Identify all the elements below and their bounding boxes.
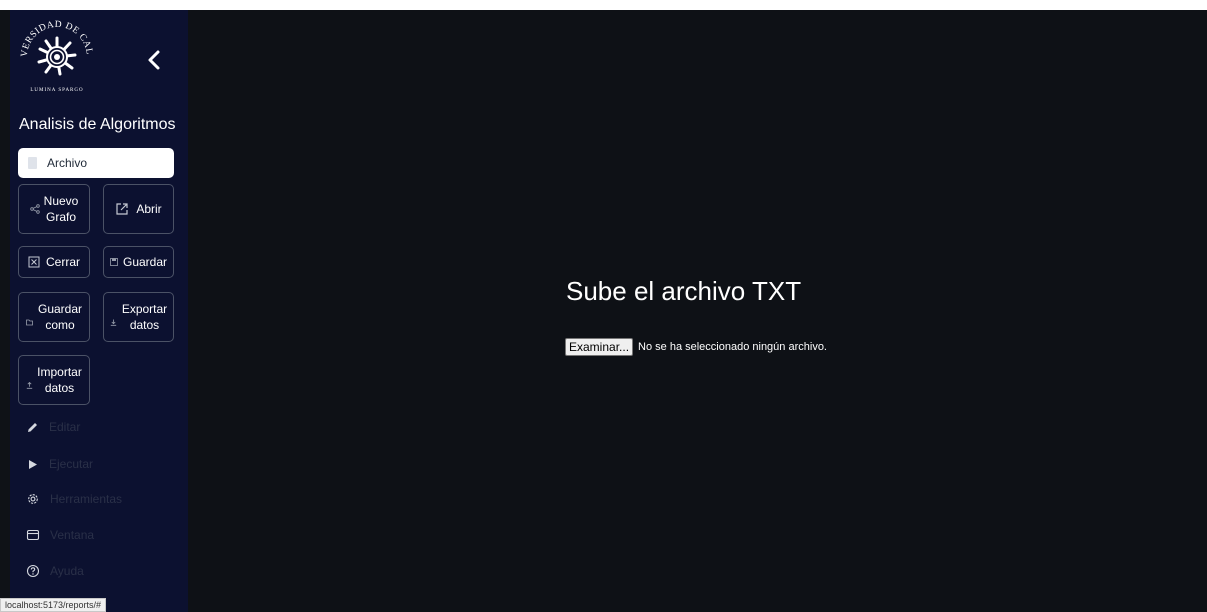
- import-data-button[interactable]: Importar datos: [18, 355, 90, 405]
- app-window: UNIVERSIDAD DE CALDAS LUMINA SPARGO: [0, 10, 1207, 612]
- collapse-sidebar-button[interactable]: [142, 46, 166, 74]
- menu-item-editar[interactable]: Editar: [26, 417, 80, 437]
- upload-heading: Sube el archivo TXT: [566, 276, 802, 306]
- menu-item-herramientas[interactable]: Herramientas: [26, 489, 122, 509]
- menu-item-label: Ejecutar: [49, 457, 94, 471]
- save-as-icon: [26, 319, 33, 326]
- download-icon: [110, 319, 117, 326]
- svg-text:LUMINA SPARGO: LUMINA SPARGO: [30, 88, 83, 93]
- play-icon: [29, 459, 37, 469]
- import-data-label: Importar datos: [37, 365, 82, 395]
- save-as-button[interactable]: Guardar como: [18, 292, 90, 342]
- new-graph-button[interactable]: Nuevo Grafo: [18, 184, 90, 234]
- close-button[interactable]: Cerrar: [18, 246, 90, 278]
- open-button[interactable]: Abrir: [103, 184, 174, 234]
- university-logo: UNIVERSIDAD DE CALDAS LUMINA SPARGO: [16, 16, 93, 93]
- sidebar: UNIVERSIDAD DE CALDAS LUMINA SPARGO: [10, 10, 188, 612]
- menu-item-ventana[interactable]: Ventana: [26, 525, 94, 545]
- menu-item-archivo[interactable]: Archivo: [18, 148, 174, 178]
- upload-section: Sube el archivo TXT: [566, 276, 801, 307]
- export-data-label: Exportar datos: [121, 302, 168, 332]
- menu-item-ayuda[interactable]: Ayuda: [26, 561, 84, 581]
- window-icon: [26, 529, 40, 541]
- pencil-icon: [28, 422, 37, 432]
- menu-item-label: Archivo: [47, 156, 88, 170]
- file-status-text: No se ha seleccionado ningún archivo.: [638, 341, 827, 353]
- menu-item-label: Ayuda: [50, 564, 84, 578]
- save-as-label: Guardar como: [37, 302, 83, 332]
- save-label: Guardar: [122, 255, 168, 269]
- file-icon: [28, 157, 37, 169]
- main-content: Sube el archivo TXT Examinar... No se ha…: [188, 10, 1207, 612]
- export-data-button[interactable]: Exportar datos: [103, 292, 174, 342]
- open-label: Abrir: [136, 202, 162, 216]
- external-open-icon: [115, 202, 129, 216]
- save-button[interactable]: Guardar: [103, 246, 174, 278]
- app-title: Analisis de Algoritmos: [19, 116, 176, 133]
- browse-button[interactable]: Examinar...: [565, 338, 634, 356]
- close-label: Cerrar: [45, 255, 80, 269]
- upload-icon: [26, 381, 33, 389]
- new-graph-label: Nuevo Grafo: [43, 194, 79, 224]
- menu-item-label: Editar: [49, 420, 81, 434]
- graph-share-icon: [29, 204, 40, 214]
- file-input[interactable]: Examinar... No se ha seleccionado ningún…: [565, 338, 827, 356]
- status-url: localhost:5173/reports/#: [0, 598, 107, 612]
- menu-item-label: Herramientas: [50, 492, 123, 506]
- save-icon: [110, 258, 118, 266]
- close-box-icon: [28, 256, 40, 268]
- help-icon: [26, 564, 40, 578]
- menu-item-ejecutar[interactable]: Ejecutar: [26, 454, 93, 474]
- chevron-left-icon: [148, 50, 160, 70]
- gear-icon: [28, 494, 38, 504]
- menu-item-label: Ventana: [50, 528, 95, 542]
